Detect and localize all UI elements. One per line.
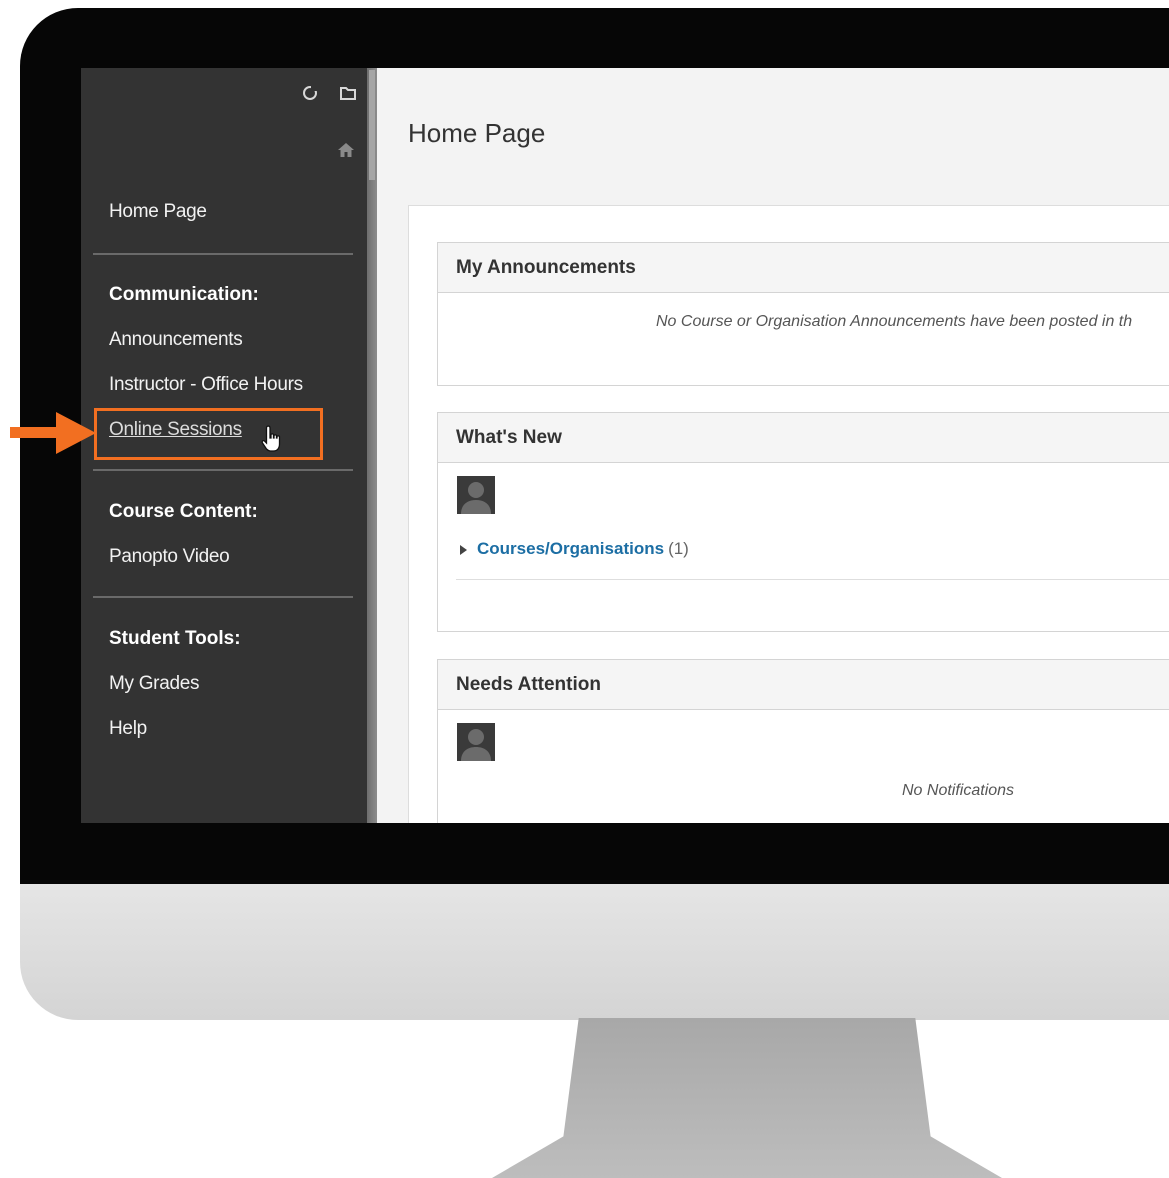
- orange-arrow-icon: [10, 412, 96, 454]
- monitor-stand: [492, 1018, 1002, 1178]
- sidebar-divider: [93, 253, 353, 255]
- sidebar-item-help[interactable]: Help: [109, 718, 147, 740]
- sidebar-item-office-hours[interactable]: Instructor - Office Hours: [109, 374, 303, 396]
- monitor-chin: [20, 884, 1169, 1020]
- home-icon[interactable]: [337, 141, 355, 159]
- sidebar-divider: [93, 596, 353, 598]
- avatar: [457, 476, 495, 514]
- sidebar-heading-course-content: Course Content:: [109, 501, 258, 522]
- screen: Home Page Communication: Announcements I…: [81, 68, 1169, 823]
- refresh-icon[interactable]: [301, 84, 319, 102]
- online-sessions-highlight-box: [94, 408, 323, 460]
- sidebar-item-home-page[interactable]: Home Page: [109, 201, 207, 223]
- avatar: [457, 723, 495, 761]
- courses-organisations-row[interactable]: Courses/Organisations (1): [460, 539, 689, 559]
- module-title: What's New: [438, 413, 1169, 463]
- row-divider: [456, 579, 1169, 580]
- needs-attention-module: Needs Attention No Notifications: [437, 659, 1169, 823]
- sidebar-heading-communication: Communication:: [109, 284, 259, 305]
- sidebar-heading-student-tools: Student Tools:: [109, 628, 241, 649]
- folder-icon[interactable]: [339, 84, 357, 102]
- module-title: My Announcements: [438, 243, 1169, 293]
- module-title: Needs Attention: [438, 660, 1169, 710]
- expand-triangle-icon[interactable]: [460, 544, 467, 555]
- sidebar-item-my-grades[interactable]: My Grades: [109, 673, 200, 695]
- sidebar-scrollbar[interactable]: [367, 68, 377, 823]
- hand-cursor-icon: [261, 425, 281, 452]
- course-menu-sidebar: Home Page Communication: Announcements I…: [81, 68, 369, 823]
- sidebar-item-announcements[interactable]: Announcements: [109, 329, 243, 351]
- empty-announcements-text: No Course or Organisation Announcements …: [656, 313, 1133, 330]
- courses-organisations-link[interactable]: Courses/Organisations: [477, 539, 664, 558]
- sidebar-item-panopto-video[interactable]: Panopto Video: [109, 546, 230, 568]
- my-announcements-module: My Announcements No Course or Organisati…: [437, 242, 1169, 386]
- no-notifications-text: No Notifications: [902, 782, 1015, 799]
- whats-new-module: What's New Courses/Organisations (1): [437, 412, 1169, 632]
- page-title: Home Page: [408, 118, 546, 148]
- item-count: (1): [668, 539, 689, 558]
- sidebar-divider: [93, 469, 353, 471]
